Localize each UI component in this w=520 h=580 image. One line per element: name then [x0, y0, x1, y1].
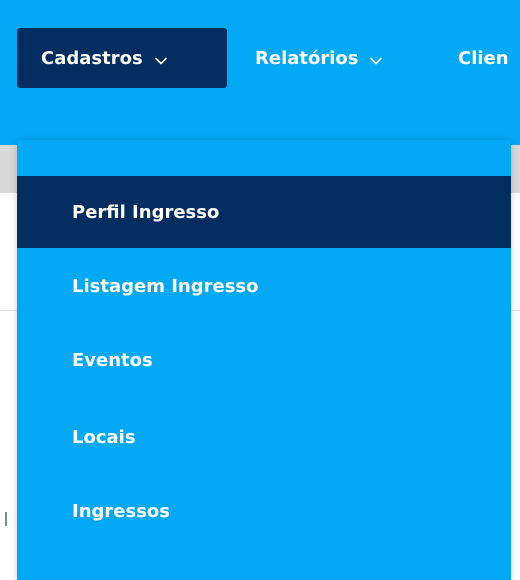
menu-item-locais[interactable]: Locais	[17, 401, 511, 473]
cadastros-dropdown-menu: Perfil Ingresso Listagem Ingresso Evento…	[17, 140, 511, 580]
chevron-down-icon	[154, 49, 167, 70]
menu-item-label: Perfil Ingresso	[72, 201, 220, 223]
nav-item-label: Relatórios	[255, 47, 359, 69]
top-navbar: Cadastros Relatórios Clien	[0, 0, 520, 145]
menu-item-label: Locais	[72, 426, 136, 448]
nav-item-cadastros[interactable]: Cadastros	[17, 28, 227, 88]
menu-item-label: Eventos	[72, 349, 153, 371]
nav-item-relatorios[interactable]: Relatórios	[255, 28, 383, 88]
page: Cadastros Relatórios Clien Perfil Ingres…	[0, 0, 520, 580]
menu-item-label: Ingressos	[72, 500, 170, 522]
nav-item-label: Cadastros	[41, 47, 143, 69]
menu-item-ingressos[interactable]: Ingressos	[17, 475, 511, 547]
menu-item-label: Listagem Ingresso	[72, 275, 259, 297]
nav-item-clientes[interactable]: Clien	[458, 28, 509, 88]
menu-item-perfil-ingresso[interactable]: Perfil Ingresso	[17, 176, 511, 248]
chevron-down-icon	[370, 49, 383, 70]
menu-item-listagem-ingresso[interactable]: Listagem Ingresso	[17, 250, 511, 322]
scroll-indicator	[5, 512, 7, 526]
menu-item-eventos[interactable]: Eventos	[17, 324, 511, 396]
nav-item-label: Clien	[458, 47, 509, 69]
